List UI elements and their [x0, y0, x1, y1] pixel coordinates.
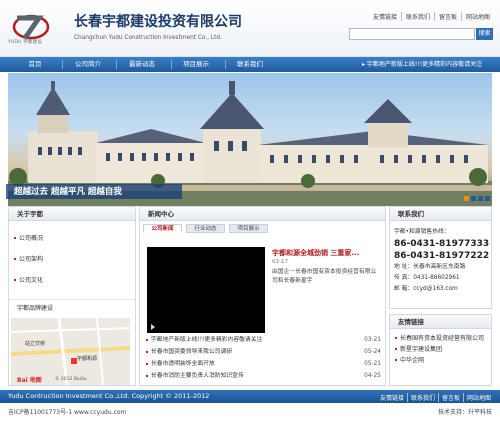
- news-item-title: 长春市透明装饰全面开放: [151, 361, 215, 367]
- footer-link-sitemap[interactable]: 网站地图: [462, 393, 494, 402]
- map-label: 宇都和源: [77, 356, 98, 362]
- marquee-text: 宇都地产新版上线!!!更多精彩内容敬请关注: [366, 61, 483, 68]
- news-list: 宇都地产新版上线!!!更多精彩内容敬请关注 03-21 长春市国资委领导来我公司调…: [145, 334, 381, 382]
- link-item[interactable]: 中华企网: [390, 355, 491, 366]
- banner-dot[interactable]: [478, 196, 483, 201]
- icp-record[interactable]: 吉ICP备11001773号-1 www.ccyudu.com: [8, 407, 126, 416]
- banner-dot[interactable]: [471, 196, 476, 201]
- links-title: 友情链接: [390, 315, 491, 329]
- footer-link-contact[interactable]: 联系我们: [406, 393, 438, 402]
- news-item-title: 长春市消防主要负责人消防知识宣传: [151, 373, 244, 379]
- tab-company-news[interactable]: 公司新闻: [143, 224, 182, 233]
- location-map[interactable]: 站立交桥 宇都和源 Bai 地图 © 2012 Baidu: [11, 318, 130, 385]
- nav-item-projects[interactable]: 项目展示: [178, 57, 214, 72]
- nav-item-contact[interactable]: 联系我们: [232, 57, 268, 72]
- news-item-date: 05-24: [364, 349, 381, 355]
- main-nav: 首页 公司简介 最新动态 项目展示 联系我们 ▸ 宇都地产新版上线!!!更多精彩…: [0, 57, 500, 72]
- about-title: 关于宇都: [9, 207, 135, 221]
- link-item[interactable]: 长春国有资本投资经营有限公司: [390, 333, 491, 344]
- about-item-structure[interactable]: 公司架构: [9, 254, 135, 265]
- site-header: YUDU 宇都建设 长春宇都建设投资有限公司 Changchun Yudu Co…: [0, 0, 500, 57]
- news-tabs: 公司新闻 行业动态 项目展示: [143, 224, 268, 233]
- nav-item-home[interactable]: 首页: [20, 57, 50, 72]
- news-title: 新闻中心: [140, 207, 385, 221]
- news-item-title: 宇都地产新版上线!!!更多精彩内容敬请关注: [151, 337, 263, 343]
- map-title: 宇都品牌建设: [17, 305, 54, 312]
- address-text: 地 址：长春市高新区东南路: [394, 264, 466, 270]
- company-name-cn: 长春宇都建设投资有限公司: [74, 14, 242, 30]
- nav-item-news[interactable]: 最新动态: [124, 57, 160, 72]
- banner-pager: [464, 196, 490, 201]
- link-item[interactable]: 新星宇建设集团: [390, 344, 491, 355]
- about-list: 公司概况 公司架构 公司文化: [9, 233, 135, 286]
- hotline-label: 宇都•和源销售热线：: [394, 229, 450, 235]
- company-name-en: Changchun Yudu Construction Investment C…: [74, 35, 222, 41]
- banner-slogan: 超越过去 超越平凡 超越自我: [14, 187, 122, 197]
- news-item-date: 03-21: [364, 337, 381, 343]
- tab-industry-news[interactable]: 行业动态: [186, 224, 225, 233]
- divider: [9, 299, 135, 300]
- announcement-marquee[interactable]: ▸ 宇都地产新版上线!!!更多精彩内容敬请关注: [362, 57, 496, 72]
- top-links: 友情链接 联系我们 留言板 网站地图: [369, 12, 494, 21]
- search-input[interactable]: [349, 28, 475, 40]
- play-icon[interactable]: [151, 324, 155, 330]
- search-button[interactable]: 搜索: [476, 28, 493, 40]
- news-item-date: 05-21: [364, 361, 381, 367]
- contact-title: 联系我们: [390, 207, 491, 221]
- news-item-date: 04-25: [364, 373, 381, 379]
- baidu-logo: Bai 地图: [17, 377, 42, 384]
- footer-links: 友情链接 联系我们 留言板 网站地图: [377, 393, 494, 402]
- nav-divider: [171, 60, 172, 69]
- tab-projects[interactable]: 项目展示: [229, 224, 268, 233]
- phone-number: 86-0431-81977222: [394, 251, 490, 261]
- footer-copyright: Yudu Contruction Investment Co.,Ltd. Cop…: [8, 392, 210, 400]
- logo-subtext: YUDU 宇都建设: [8, 40, 43, 45]
- about-item-overview[interactable]: 公司概况: [9, 233, 135, 244]
- fax-text: 传 真：0431-88602961: [394, 275, 460, 281]
- video-player[interactable]: [147, 247, 265, 333]
- list-item[interactable]: 长春市透明装饰全面开放 05-21: [145, 358, 381, 370]
- top-link-guestbook[interactable]: 留言板: [433, 12, 461, 21]
- contact-info: 宇都•和源销售热线： 86-0431-81977333 86-0431-8197…: [394, 227, 492, 295]
- top-link-friends[interactable]: 友情链接: [369, 12, 401, 21]
- featured-news-title[interactable]: 宇都和源全城劲销 三重家...: [272, 248, 359, 258]
- links-panel: 友情链接 长春国有资本投资经营有限公司 新星宇建设集团 中华企网: [389, 314, 492, 386]
- list-item[interactable]: 长春市消防主要负责人消防知识宣传 04-25: [145, 370, 381, 382]
- nav-divider: [62, 60, 63, 69]
- map-copyright: © 2012 Baidu: [55, 377, 87, 382]
- nav-divider: [225, 60, 226, 69]
- banner-dot[interactable]: [464, 196, 469, 201]
- top-link-sitemap[interactable]: 网站地图: [460, 12, 494, 21]
- list-item[interactable]: 长春市国资委领导来我公司调研 05-24: [145, 346, 381, 358]
- nav-item-about[interactable]: 公司简介: [70, 57, 106, 72]
- footer-link-friends[interactable]: 友情链接: [377, 393, 407, 402]
- footer-link-guestbook[interactable]: 留言板: [437, 393, 463, 402]
- featured-news-desc: 由国企－长春市国有资本投资经营有限公司和长春新星宇: [272, 269, 377, 284]
- nav-divider: [116, 60, 117, 69]
- map-label: 站立交桥: [25, 341, 46, 347]
- phone-number: 86-0431-81977333: [394, 239, 490, 249]
- about-item-culture[interactable]: 公司文化: [9, 275, 135, 286]
- banner-dot[interactable]: [485, 196, 490, 201]
- tech-support: 技术支持：升平科技: [437, 409, 492, 416]
- news-item-title: 长春市国资委领导来我公司调研: [151, 349, 233, 355]
- email-text[interactable]: 邮 箱：ccyd@163.com: [394, 284, 492, 295]
- links-list: 长春国有资本投资经营有限公司 新星宇建设集团 中华企网: [390, 333, 491, 366]
- top-link-contact[interactable]: 联系我们: [400, 12, 434, 21]
- list-item[interactable]: 宇都地产新版上线!!!更多精彩内容敬请关注 03-21: [145, 334, 381, 346]
- featured-news-date: 03-17: [272, 259, 288, 265]
